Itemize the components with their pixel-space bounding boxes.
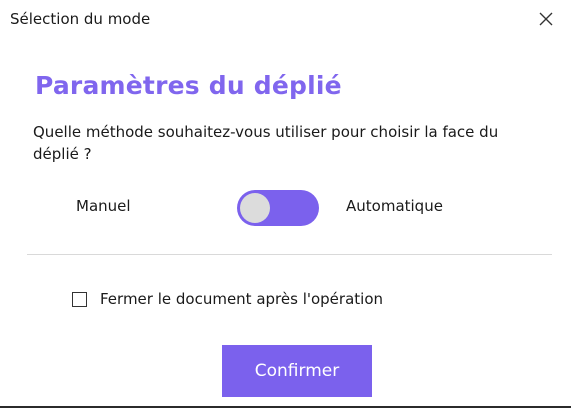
automatic-label: Automatique: [346, 197, 443, 215]
mode-selection-dialog: Sélection du mode Paramètres du déplié Q…: [0, 0, 571, 408]
confirm-button[interactable]: Confirmer: [222, 345, 372, 397]
manual-label: Manuel: [76, 197, 131, 215]
close-document-checkbox[interactable]: [72, 292, 87, 307]
close-icon: [535, 8, 557, 30]
toggle-knob: [240, 193, 270, 223]
question-text: Quelle méthode souhaitez-vous utiliser p…: [33, 123, 499, 163]
window-title: Sélection du mode: [10, 10, 151, 28]
divider: [27, 254, 552, 255]
close-button[interactable]: [535, 8, 557, 30]
page-title: Paramètres du déplié: [35, 71, 342, 100]
mode-toggle[interactable]: [237, 190, 319, 226]
close-document-checkbox-label[interactable]: Fermer le document après l'opération: [100, 290, 383, 308]
